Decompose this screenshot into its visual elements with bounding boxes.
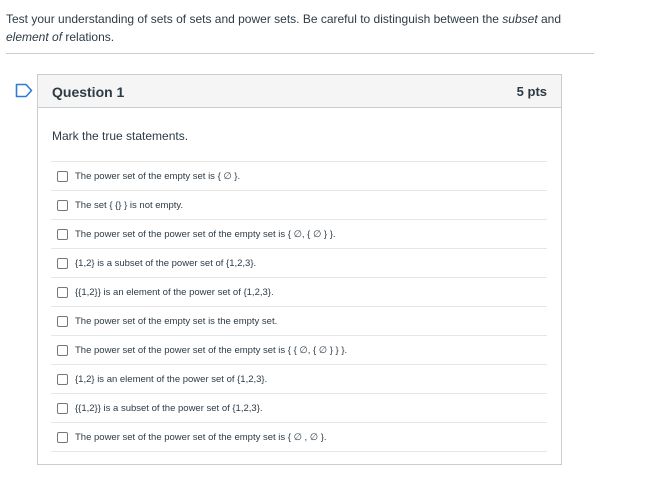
answer-label: {{1,2}} is a subset of the power set of … xyxy=(75,402,263,414)
answer-option[interactable]: {{1,2}} is an element of the power set o… xyxy=(51,278,547,307)
answer-option[interactable]: The power set of the power set of the em… xyxy=(51,423,547,452)
instructions: Test your understanding of sets of sets … xyxy=(6,10,606,46)
flag-icon[interactable] xyxy=(15,83,33,98)
answer-checkbox[interactable] xyxy=(57,286,68,298)
answer-label: The power set of the power set of the em… xyxy=(75,431,327,443)
answer-checkbox[interactable] xyxy=(57,257,68,269)
answer-label: The power set of the empty set is the em… xyxy=(75,315,278,327)
answer-checkbox[interactable] xyxy=(57,170,68,182)
answer-option[interactable]: The set { {} } is not empty. xyxy=(51,191,547,220)
answer-option[interactable]: The power set of the empty set is the em… xyxy=(51,307,547,336)
answer-label: The set { {} } is not empty. xyxy=(75,199,184,211)
answer-label: {1,2} is a subset of the power set of {1… xyxy=(75,257,257,269)
answer-option[interactable]: {1,2} is a subset of the power set of {1… xyxy=(51,249,547,278)
answer-checkbox[interactable] xyxy=(57,373,68,385)
answer-option[interactable]: The power set of the power set of the em… xyxy=(51,220,547,249)
divider xyxy=(6,53,594,54)
answer-checkbox[interactable] xyxy=(57,431,68,443)
answer-option[interactable]: {{1,2}} is a subset of the power set of … xyxy=(51,394,547,423)
answer-label: The power set of the power set of the em… xyxy=(75,228,336,240)
question-title: Question 1 xyxy=(52,84,125,100)
question-header: Question 1 5 pts xyxy=(38,75,561,108)
answer-label: The power set of the power set of the em… xyxy=(75,344,348,356)
answer-checkbox[interactable] xyxy=(57,228,68,240)
instructions-text-2: and xyxy=(537,12,562,26)
answer-checkbox[interactable] xyxy=(57,402,68,414)
answer-option[interactable]: The power set of the power set of the em… xyxy=(51,336,547,365)
question-points: 5 pts xyxy=(516,84,547,99)
question-prompt: Mark the true statements. xyxy=(52,129,189,143)
answer-checkbox[interactable] xyxy=(57,344,68,356)
answer-label: {1,2} is an element of the power set of … xyxy=(75,373,268,385)
instructions-subset: subset xyxy=(502,12,538,26)
answer-option[interactable]: {1,2} is an element of the power set of … xyxy=(51,365,547,394)
answer-checkbox[interactable] xyxy=(57,199,68,211)
answer-option[interactable]: The power set of the empty set is { ∅ }. xyxy=(51,162,547,191)
question-card: Question 1 5 pts Mark the true statement… xyxy=(37,74,562,465)
answer-label: {{1,2}} is an element of the power set o… xyxy=(75,286,274,298)
answer-checkbox[interactable] xyxy=(57,315,68,327)
instructions-text-3: relations. xyxy=(62,30,115,44)
answer-label: The power set of the empty set is { ∅ }. xyxy=(75,170,241,182)
instructions-text-1: Test your understanding of sets of sets … xyxy=(6,12,503,26)
instructions-element-of: element of xyxy=(6,30,63,44)
answer-list: The power set of the empty set is { ∅ }.… xyxy=(51,161,547,452)
